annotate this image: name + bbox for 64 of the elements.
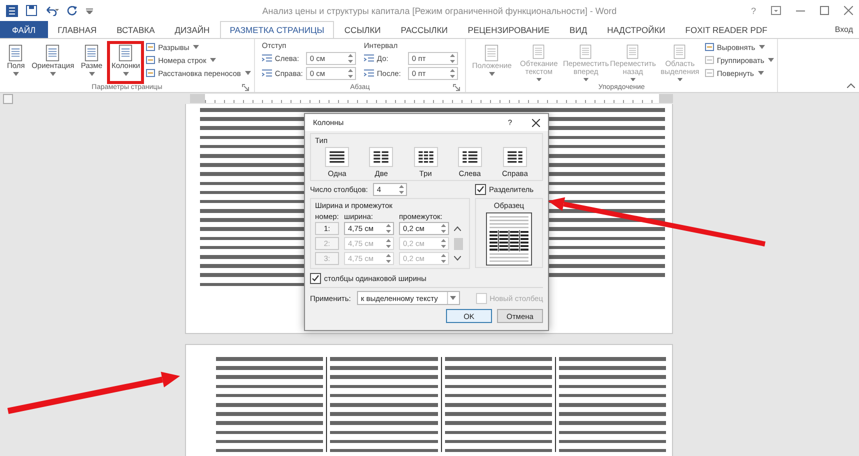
customize-toolbar-icon[interactable] bbox=[86, 7, 93, 14]
dialog-launcher-icon[interactable] bbox=[452, 84, 460, 91]
redo-icon[interactable] bbox=[67, 5, 78, 16]
group-icon bbox=[704, 55, 715, 65]
caret-icon bbox=[88, 72, 95, 76]
margins-icon bbox=[7, 44, 24, 62]
caret-icon bbox=[582, 78, 589, 81]
column-preview-drawing bbox=[486, 212, 532, 266]
undo-icon[interactable] bbox=[45, 6, 59, 16]
scroll-down-icon[interactable] bbox=[454, 256, 461, 261]
align-icon bbox=[704, 42, 715, 52]
collapse-ribbon-icon[interactable] bbox=[847, 83, 855, 88]
dialog-launcher-icon[interactable] bbox=[242, 84, 249, 91]
caret-icon bbox=[12, 72, 19, 76]
spin-icon bbox=[440, 253, 447, 264]
spin-icon bbox=[440, 238, 447, 249]
help-button[interactable]: ? bbox=[750, 6, 756, 16]
spin-icon bbox=[440, 223, 447, 234]
caret-icon bbox=[50, 72, 56, 76]
caret-icon bbox=[210, 58, 216, 62]
spin-icon bbox=[385, 238, 392, 249]
ribbon-tab[interactable]: ФАЙЛ bbox=[0, 21, 48, 38]
breaks-icon bbox=[145, 42, 156, 52]
page-size-icon bbox=[83, 44, 100, 62]
caret-icon bbox=[488, 72, 495, 76]
caret-icon bbox=[768, 58, 774, 62]
rotate-icon bbox=[704, 68, 715, 78]
orientation-icon bbox=[44, 44, 62, 62]
indent-icon bbox=[262, 69, 272, 78]
caret-icon bbox=[193, 45, 200, 49]
word-logo-icon bbox=[6, 4, 18, 16]
hyphenation-icon bbox=[145, 68, 156, 78]
checkmark-icon bbox=[476, 185, 485, 194]
spin-icon bbox=[398, 184, 405, 195]
spin-icon bbox=[448, 53, 456, 64]
window-title: Анализ цены и структуры капитала [Режим ограниченной функциональности] - Word bbox=[261, 6, 618, 16]
line-numbers-icon bbox=[145, 55, 156, 65]
position-icon bbox=[483, 44, 500, 62]
scroll-up-icon[interactable] bbox=[454, 226, 461, 231]
caret-icon bbox=[676, 78, 683, 81]
ribbon-display-icon[interactable] bbox=[771, 6, 781, 15]
caret-icon bbox=[536, 78, 542, 81]
line-spacing-icon bbox=[364, 54, 374, 63]
sign-in-link[interactable]: Вход bbox=[834, 21, 853, 38]
caret-icon bbox=[122, 72, 129, 76]
caret-icon bbox=[630, 78, 636, 81]
caret-icon bbox=[758, 71, 764, 75]
caret-icon bbox=[244, 71, 251, 75]
scrollbar-thumb[interactable] bbox=[454, 238, 463, 250]
close-icon[interactable] bbox=[532, 118, 540, 126]
save-icon[interactable] bbox=[26, 5, 37, 16]
spin-icon bbox=[385, 223, 392, 234]
maximize-icon[interactable] bbox=[820, 6, 829, 15]
dropdown-caret-icon bbox=[450, 296, 456, 300]
spin-icon bbox=[448, 68, 456, 79]
indent-icon bbox=[262, 54, 272, 63]
line-spacing-icon bbox=[364, 69, 374, 78]
spin-icon bbox=[346, 68, 354, 79]
spin-icon bbox=[346, 53, 354, 64]
ribbon-tab[interactable]: РАЗМЕТКА СТРАНИЦЫ bbox=[220, 21, 334, 38]
spin-icon bbox=[385, 253, 392, 264]
caret-icon bbox=[759, 45, 766, 49]
checkmark-icon bbox=[311, 274, 320, 283]
columns-icon bbox=[117, 44, 134, 62]
